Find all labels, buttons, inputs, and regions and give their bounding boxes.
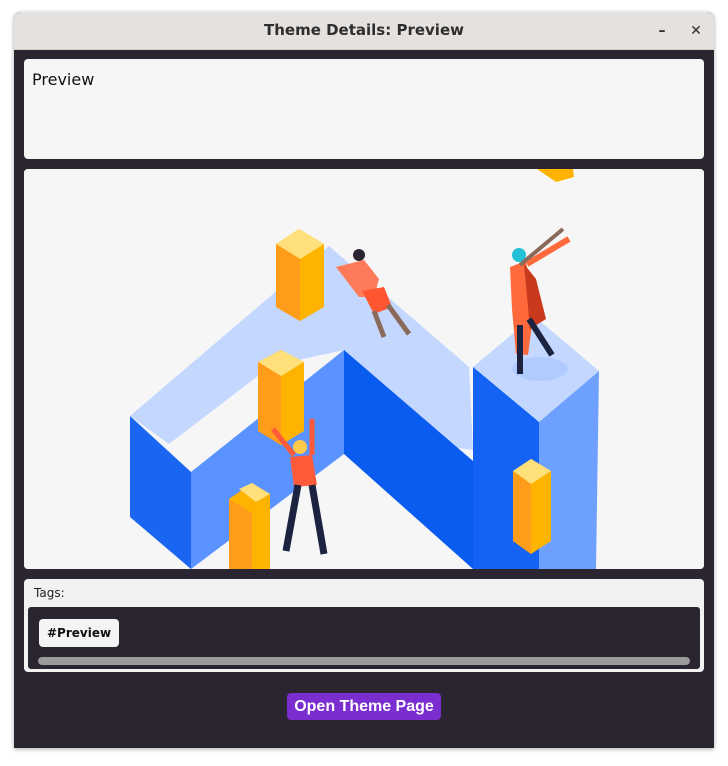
theme-details-window: Theme Details: Preview – ✕ Preview Tags:…: [14, 12, 714, 748]
preview-image: [24, 169, 704, 569]
tags-label: Tags:: [34, 586, 65, 600]
window-title: Theme Details: Preview: [264, 21, 464, 39]
tags-scrollbar[interactable]: [38, 657, 690, 665]
isometric-illustration: [24, 169, 704, 569]
preview-heading: Preview: [32, 70, 95, 89]
close-button[interactable]: ✕: [686, 21, 706, 41]
tags-list[interactable]: #Preview: [28, 607, 700, 669]
tag-chip[interactable]: #Preview: [39, 619, 120, 647]
minimize-icon: –: [658, 23, 666, 39]
open-theme-page-button[interactable]: Open Theme Page: [287, 693, 441, 720]
close-icon: ✕: [690, 23, 702, 39]
tags-panel: Tags: #Preview: [24, 579, 704, 672]
minimize-button[interactable]: –: [652, 21, 672, 41]
title-bar: Theme Details: Preview – ✕: [14, 12, 714, 50]
preview-header-panel: Preview: [24, 59, 704, 159]
